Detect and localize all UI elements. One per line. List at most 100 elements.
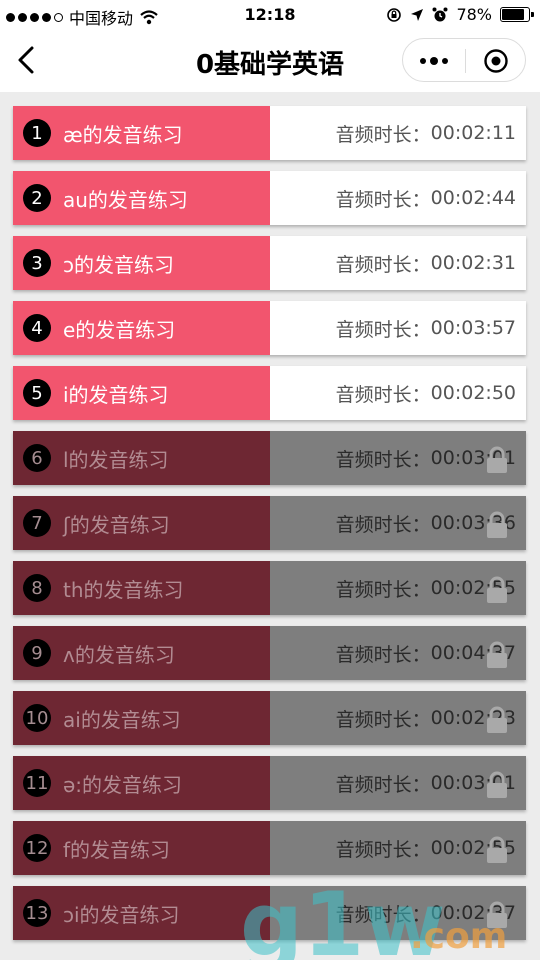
lesson-number-badge: 6 <box>23 444 51 472</box>
lesson-duration-cell: 音频时长： 00:02:23 <box>270 691 526 745</box>
lesson-name: ɔ的发音练习 <box>63 252 174 277</box>
lesson-name: i的发音练习 <box>63 382 169 407</box>
duration-label: 音频时长： <box>335 838 431 861</box>
lock-icon <box>487 836 507 863</box>
lesson-row[interactable]: 10 ai的发音练习 音频时长： 00:02:23 <box>13 691 526 745</box>
nav-bar: 0基础学英语 <box>0 30 540 92</box>
lesson-number-badge: 11 <box>23 769 51 797</box>
lesson-title-cell: 7 ʃ的发音练习 <box>13 496 270 550</box>
lesson-row[interactable]: 1 æ的发音练习 音频时长： 00:02:11 <box>13 106 526 160</box>
lesson-row[interactable]: 9 ʌ的发音练习 音频时长： 00:04:37 <box>13 626 526 680</box>
lesson-number-badge: 8 <box>23 574 51 602</box>
lesson-number-badge: 10 <box>23 704 51 732</box>
lesson-duration-cell: 音频时长： 00:02:55 <box>270 821 526 875</box>
lock-icon <box>487 641 507 668</box>
lesson-title-cell: 1 æ的发音练习 <box>13 106 270 160</box>
lesson-title-cell: 6 l的发音练习 <box>13 431 270 485</box>
lesson-number-badge: 5 <box>23 379 51 407</box>
lesson-row[interactable]: 7 ʃ的发音练习 音频时长： 00:03:36 <box>13 496 526 550</box>
lesson-name: ai的发音练习 <box>63 707 181 732</box>
lesson-number-badge: 9 <box>23 639 51 667</box>
lesson-title-cell: 9 ʌ的发音练习 <box>13 626 270 680</box>
lesson-number-badge: 12 <box>23 834 51 862</box>
lesson-duration-cell: 音频时长： 00:03:57 <box>270 301 526 355</box>
duration-value: 00:02:50 <box>430 382 516 404</box>
lock-icon <box>487 511 507 538</box>
lesson-duration-cell: 音频时长： 00:03:01 <box>270 431 526 485</box>
lesson-name: f的发音练习 <box>63 837 171 862</box>
lesson-row[interactable]: 5 i的发音练习 音频时长： 00:02:50 <box>13 366 526 420</box>
duration-label: 音频时长： <box>335 513 431 536</box>
battery-icon <box>500 7 534 22</box>
duration-label: 音频时长： <box>335 318 431 341</box>
lesson-row[interactable]: 8 th的发音练习 音频时长： 00:02:55 <box>13 561 526 615</box>
lesson-name: e的发音练习 <box>63 317 176 342</box>
lesson-row[interactable]: 3 ɔ的发音练习 音频时长： 00:02:31 <box>13 236 526 290</box>
lesson-title-cell: 3 ɔ的发音练习 <box>13 236 270 290</box>
battery-percent: 78% <box>456 5 492 24</box>
duration-label: 音频时长： <box>335 253 431 276</box>
lesson-number-badge: 13 <box>23 899 51 927</box>
lesson-title-cell: 2 au的发音练习 <box>13 171 270 225</box>
lesson-duration-cell: 音频时长： 00:03:36 <box>270 496 526 550</box>
lock-icon <box>487 576 507 603</box>
lesson-name: ə:的发音练习 <box>63 772 183 797</box>
lesson-number-badge: 1 <box>23 119 51 147</box>
lock-icon <box>487 901 507 928</box>
duration-value: 00:02:11 <box>430 122 516 144</box>
close-target-icon <box>484 49 508 73</box>
lesson-name: l的发音练习 <box>63 447 169 472</box>
duration-label: 音频时长： <box>335 773 431 796</box>
duration-label: 音频时长： <box>335 578 431 601</box>
duration-label: 音频时长： <box>335 448 431 471</box>
lesson-title-cell: 8 th的发音练习 <box>13 561 270 615</box>
lesson-duration-cell: 音频时长： 00:02:55 <box>270 561 526 615</box>
close-button[interactable] <box>465 39 527 83</box>
lesson-number-badge: 7 <box>23 509 51 537</box>
lesson-number-badge: 4 <box>23 314 51 342</box>
duration-label: 音频时长： <box>335 643 431 666</box>
location-arrow-icon <box>411 8 424 21</box>
duration-label: 音频时长： <box>335 383 431 406</box>
lesson-row[interactable]: 2 au的发音练习 音频时长： 00:02:44 <box>13 171 526 225</box>
lock-icon <box>487 706 507 733</box>
lesson-row[interactable]: 11 ə:的发音练习 音频时长： 00:03:01 <box>13 756 526 810</box>
lesson-row[interactable]: 6 l的发音练习 音频时长： 00:03:01 <box>13 431 526 485</box>
status-right: 78% <box>386 5 534 24</box>
lesson-duration-cell: 音频时长： 00:02:11 <box>270 106 526 160</box>
lock-icon <box>487 771 507 798</box>
lesson-title-cell: 5 i的发音练习 <box>13 366 270 420</box>
status-bar: 中国移动 12:18 78% <box>0 0 540 30</box>
duration-label: 音频时长： <box>335 708 431 731</box>
lesson-list: 1 æ的发音练习 音频时长： 00:02:11 2 au的发音练习 音频时长： 00:02:4… <box>13 106 526 951</box>
miniprogram-capsule <box>402 38 526 82</box>
duration-label: 音频时长： <box>335 188 431 211</box>
lesson-title-cell: 11 ə:的发音练习 <box>13 756 270 810</box>
lesson-name: ʌ的发音练习 <box>63 642 175 667</box>
lesson-row[interactable]: 13 ɔi的发音练习 音频时长： 00:02:37 <box>13 886 526 940</box>
lesson-title-cell: 10 ai的发音练习 <box>13 691 270 745</box>
lesson-duration-cell: 音频时长： 00:02:44 <box>270 171 526 225</box>
duration-value: 00:02:44 <box>430 187 516 209</box>
lesson-duration-cell: 音频时长： 00:02:50 <box>270 366 526 420</box>
duration-value: 00:02:31 <box>430 252 516 274</box>
lesson-title-cell: 13 ɔi的发音练习 <box>13 886 270 940</box>
lesson-title-cell: 4 e的发音练习 <box>13 301 270 355</box>
duration-label: 音频时长： <box>335 903 431 926</box>
lesson-number-badge: 3 <box>23 249 51 277</box>
lesson-row[interactable]: 4 e的发音练习 音频时长： 00:03:57 <box>13 301 526 355</box>
lesson-name: æ的发音练习 <box>63 122 183 147</box>
duration-label: 音频时长： <box>335 123 431 146</box>
duration-value: 00:03:57 <box>430 317 516 339</box>
lesson-duration-cell: 音频时长： 00:02:37 <box>270 886 526 940</box>
lesson-duration-cell: 音频时长： 00:03:01 <box>270 756 526 810</box>
more-button[interactable] <box>403 39 465 83</box>
lesson-duration-cell: 音频时长： 00:02:31 <box>270 236 526 290</box>
lesson-title-cell: 12 f的发音练习 <box>13 821 270 875</box>
lesson-name: ɔi的发音练习 <box>63 902 180 927</box>
lesson-name: ʃ的发音练习 <box>63 512 170 537</box>
lock-icon <box>487 446 507 473</box>
lesson-number-badge: 2 <box>23 184 51 212</box>
lesson-name: th的发音练习 <box>63 577 184 602</box>
lesson-row[interactable]: 12 f的发音练习 音频时长： 00:02:55 <box>13 821 526 875</box>
